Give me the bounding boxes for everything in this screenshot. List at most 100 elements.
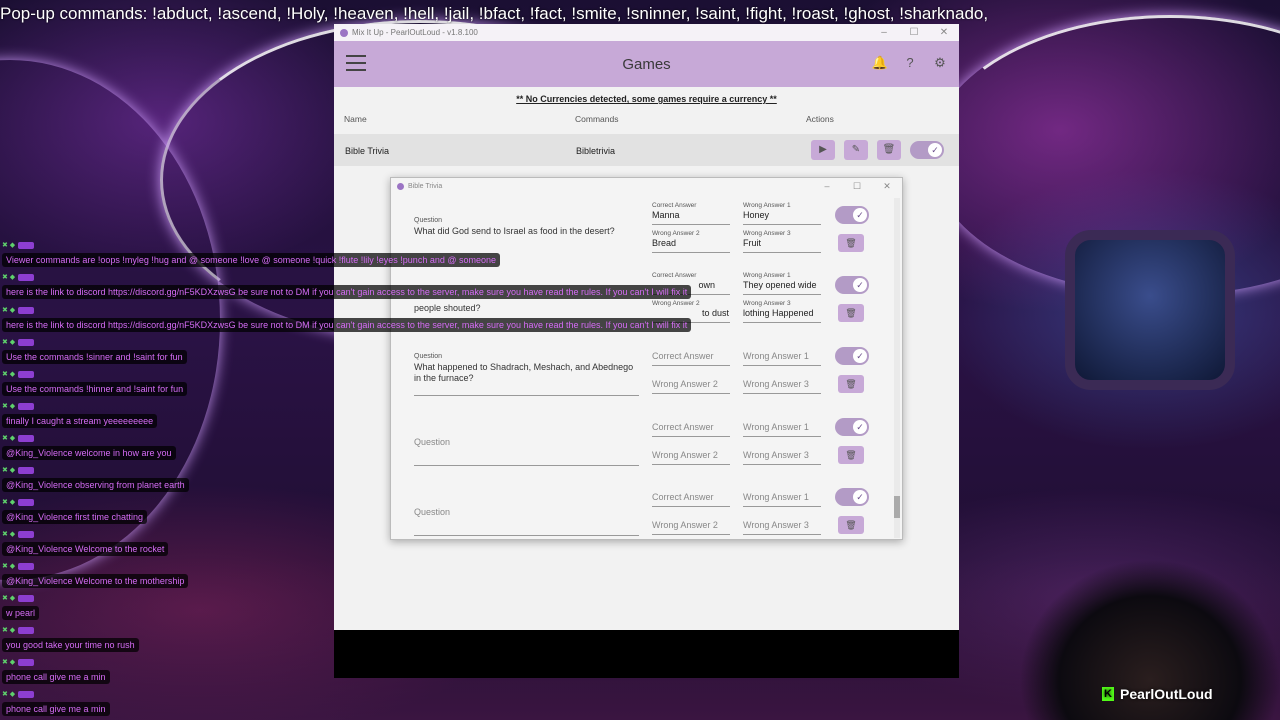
play-button[interactable]: ▶ — [811, 140, 835, 160]
question-placeholder[interactable]: Question — [414, 507, 450, 517]
question-enabled-toggle[interactable]: ✓ — [835, 347, 869, 365]
wrong-answer-3-field[interactable]: Wrong Answer 3 — [743, 520, 821, 535]
question-placeholder[interactable]: Question — [414, 437, 450, 447]
field-placeholder: Wrong Answer 2 — [652, 520, 718, 530]
game-enabled-toggle[interactable]: ✓ — [910, 141, 944, 159]
field-label: Correct Answer — [652, 202, 697, 209]
field-placeholder: Correct Answer — [652, 422, 714, 432]
wrong-answer-2-field[interactable]: Wrong Answer 2 Bread — [652, 230, 730, 253]
chat-badges: ✖ ◆ — [2, 403, 157, 411]
question-enabled-toggle[interactable]: ✓ — [835, 488, 869, 506]
trash-icon: 🗑 — [845, 520, 857, 530]
popup-commands-ticker: Pop-up commands: !abduct, !ascend, !Holy… — [0, 4, 989, 23]
close-icon[interactable]: ✕ — [872, 181, 902, 192]
chat-badges: ✖ ◆ — [2, 531, 168, 539]
field-placeholder: Wrong Answer 1 — [743, 422, 809, 432]
wrong-answer-2-field[interactable]: Wrong Answer 2 — [652, 450, 730, 465]
hamburger-menu-icon[interactable] — [346, 55, 366, 71]
games-table-header: Name Commands Actions — [334, 110, 959, 130]
chat-badges: ✖ ◆ — [2, 339, 187, 347]
chat-message-text: @King_Violence welcome in how are you — [2, 446, 176, 460]
question-enabled-toggle[interactable]: ✓ — [835, 276, 869, 294]
chat-message: ✖ ◆ @King_Violence Welcome to the rocket — [2, 531, 169, 557]
question-enabled-toggle[interactable]: ✓ — [835, 418, 869, 436]
edit-button[interactable]: ✎ — [844, 140, 868, 160]
app-logo-icon — [397, 183, 404, 190]
chat-message-text: @King_Violence Welcome to the mothership — [2, 574, 189, 588]
help-icon[interactable]: ? — [901, 54, 919, 72]
wrong-answer-1-field[interactable]: Wrong Answer 1 — [743, 422, 821, 437]
delete-button[interactable]: 🗑 — [877, 140, 901, 160]
app-header: Games 🔔 ? ⚙ — [334, 41, 959, 87]
column-commands: Commands — [575, 114, 619, 124]
chat-message: ✖ ◆ w pearl — [2, 595, 40, 621]
maximize-icon[interactable]: ☐ — [899, 27, 929, 38]
minimize-icon[interactable]: – — [812, 181, 842, 192]
chat-message: ✖ ◆ Use the commands !sinner and !saint … — [2, 339, 187, 365]
dialog-titlebar: Bible Trivia – ☐ ✕ — [391, 178, 902, 195]
check-icon: ✓ — [928, 143, 942, 157]
scrollbar-thumb[interactable] — [894, 496, 900, 518]
app-titlebar: Mix It Up - PearlOutLoud - v1.8.100 – ☐ … — [334, 24, 959, 41]
chat-badges: ✖ ◆ — [2, 563, 188, 571]
wrong-answer-3-field[interactable]: Wrong Answer 3 — [743, 450, 821, 465]
check-icon: ✓ — [853, 349, 867, 363]
chat-message-text: here is the link to discord https://disc… — [2, 318, 692, 332]
chat-message-text: phone call give me a min — [2, 702, 110, 716]
field-label: Wrong Answer 3 — [743, 230, 791, 237]
delete-question-button[interactable]: 🗑 — [838, 234, 864, 252]
question-row: Question Correct Answer Wrong Answer 1 W… — [391, 414, 891, 484]
chat-badges: ✖ ◆ — [2, 595, 39, 603]
correct-answer-field[interactable]: Correct Answer Manna — [652, 202, 730, 225]
wrong-answer-1-field[interactable]: Wrong Answer 1 Honey — [743, 202, 821, 225]
wrong-answer-3-field[interactable]: Wrong Answer 3 Fruit — [743, 230, 821, 253]
edit-icon: ✎ — [851, 144, 861, 155]
field-label: Wrong Answer 1 — [743, 202, 791, 209]
dialog-scrollbar[interactable] — [894, 198, 900, 538]
wrong-answer-2-field[interactable]: Wrong Answer 2 — [652, 520, 730, 535]
delete-question-button[interactable]: 🗑 — [838, 375, 864, 393]
bible-trivia-dialog: Bible Trivia – ☐ ✕ Question What did God… — [390, 177, 903, 540]
field-placeholder: Wrong Answer 3 — [743, 450, 809, 460]
delete-question-button[interactable]: 🗑 — [838, 516, 864, 534]
trash-icon: 🗑 — [845, 238, 857, 248]
question-row: Question What happened to Shadrach, Mesh… — [391, 343, 891, 413]
maximize-icon[interactable]: ☐ — [842, 181, 872, 192]
wrong-answer-3-field[interactable]: Wrong Answer 3 lothing Happened — [743, 300, 821, 323]
chat-message: ✖ ◆ @King_Violence observing from planet… — [2, 467, 189, 493]
wrong-answer-3-field[interactable]: Wrong Answer 3 — [743, 379, 821, 394]
trash-icon: 🗑 — [845, 450, 857, 460]
correct-answer-field[interactable]: Correct Answer — [652, 492, 730, 507]
chat-message-text: @King_Violence first time chatting — [2, 510, 148, 524]
wrong-answer-2-field[interactable]: Wrong Answer 2 — [652, 379, 730, 394]
delete-question-button[interactable]: 🗑 — [838, 304, 864, 322]
field-value: Bread — [652, 238, 677, 248]
wrong-answer-1-field[interactable]: Wrong Answer 1 — [743, 351, 821, 366]
chat-message: ✖ ◆ here is the link to discord https://… — [2, 274, 692, 300]
bell-icon[interactable]: 🔔 — [871, 54, 889, 72]
gear-icon[interactable]: ⚙ — [931, 54, 949, 72]
correct-answer-field[interactable]: Correct Answer — [652, 351, 730, 366]
wrong-answer-1-field[interactable]: Wrong Answer 1 They opened wide — [743, 272, 821, 295]
question-input[interactable]: What did God send to Israel as food in t… — [414, 226, 634, 237]
wrong-answer-1-field[interactable]: Wrong Answer 1 — [743, 492, 821, 507]
minimize-icon[interactable]: – — [869, 27, 899, 38]
correct-answer-field[interactable]: Correct Answer — [652, 422, 730, 437]
field-label: Wrong Answer 1 — [743, 272, 791, 279]
check-icon: ✓ — [853, 208, 867, 222]
check-icon: ✓ — [853, 420, 867, 434]
column-actions: Actions — [806, 114, 834, 124]
chat-badges: ✖ ◆ — [2, 435, 176, 443]
field-value: They opened wide — [743, 280, 817, 290]
close-icon[interactable]: ✕ — [929, 27, 959, 38]
streamer-brand: K PearlOutLoud — [1102, 686, 1213, 702]
chat-badges: ✖ ◆ — [2, 499, 147, 507]
question-enabled-toggle[interactable]: ✓ — [835, 206, 869, 224]
space-window — [1065, 230, 1235, 390]
question-input[interactable]: What happened to Shadrach, Meshach, and … — [414, 362, 634, 384]
currency-notice[interactable]: ** No Currencies detected, some games re… — [334, 94, 959, 104]
delete-question-button[interactable]: 🗑 — [838, 446, 864, 464]
field-value: Manna — [652, 210, 680, 220]
chat-message: ✖ ◆ @King_Violence welcome in how are yo… — [2, 435, 176, 461]
chat-badges: ✖ ◆ — [2, 274, 691, 282]
